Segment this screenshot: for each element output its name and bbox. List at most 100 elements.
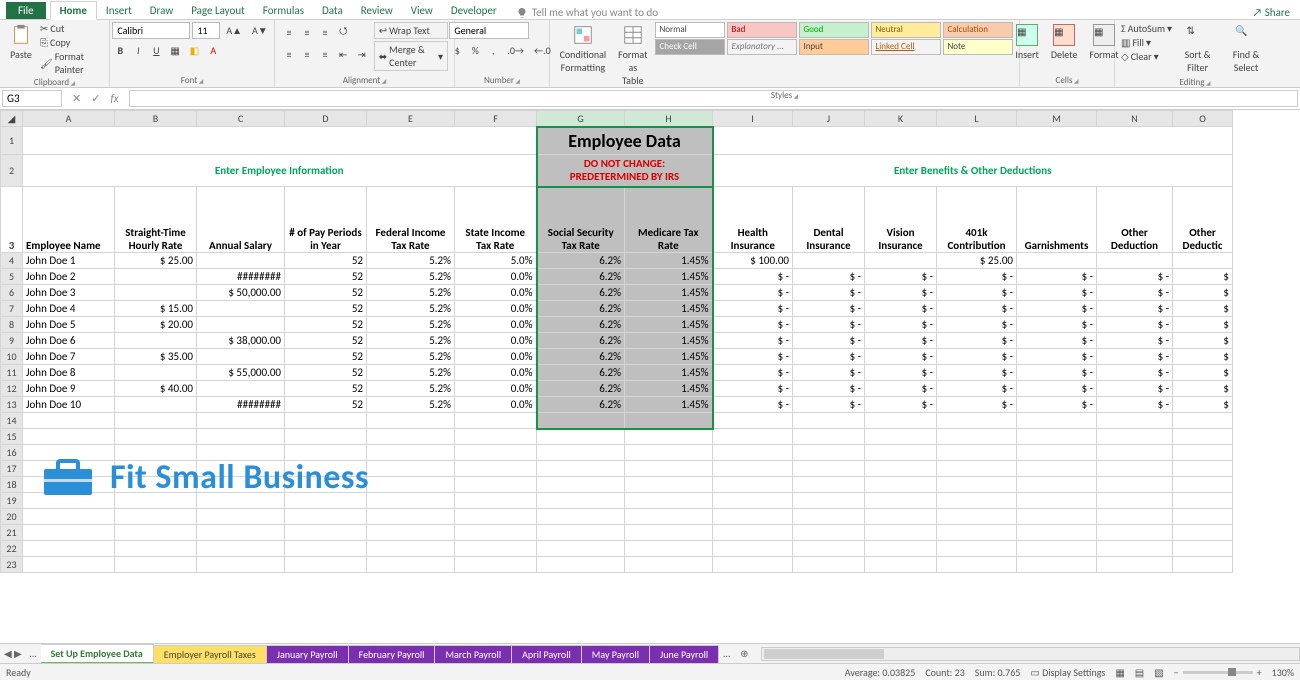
align-right-button[interactable]: ≡ xyxy=(317,46,333,63)
col-M[interactable]: M xyxy=(1017,111,1097,127)
font-name-select[interactable] xyxy=(112,22,190,39)
table-row[interactable]: 19 xyxy=(1,493,1233,509)
align-left-button[interactable]: ≡ xyxy=(281,46,297,63)
hdr-health[interactable]: Health Insurance xyxy=(713,187,793,253)
hdr-med[interactable]: Medicare Tax Rate xyxy=(625,187,713,253)
align-top-button[interactable]: ≡ xyxy=(281,24,297,41)
hdr-name[interactable]: Employee Name xyxy=(23,187,115,253)
col-N[interactable]: N xyxy=(1097,111,1173,127)
col-E[interactable]: E xyxy=(367,111,455,127)
table-row[interactable]: 14 xyxy=(1,413,1233,429)
col-I[interactable]: I xyxy=(713,111,793,127)
view-normal-button[interactable]: ▦ xyxy=(1115,666,1124,679)
share-button[interactable]: ↗ Share xyxy=(1253,6,1290,19)
sheet-tab-mar[interactable]: March Payroll xyxy=(435,645,512,663)
table-row[interactable]: 15 xyxy=(1,429,1233,445)
tab-insert[interactable]: Insert xyxy=(97,2,141,19)
select-all-button[interactable]: ◢ xyxy=(1,111,23,127)
sheet-more-left[interactable]: … xyxy=(26,647,41,660)
hdr-ss[interactable]: Social Security Tax Rate xyxy=(537,187,625,253)
cut-button[interactable]: ✂ Cut xyxy=(40,22,103,35)
tab-draw[interactable]: Draw xyxy=(141,2,182,19)
table-row[interactable]: 9John Doe 6$ 38,000.00525.2%0.0%6.2%1.45… xyxy=(1,333,1233,349)
sheet-tab-employer-taxes[interactable]: Employer Payroll Taxes xyxy=(154,645,267,663)
table-row[interactable]: 11John Doe 8$ 55,000.00525.2%0.0%6.2%1.4… xyxy=(1,365,1233,381)
tab-home[interactable]: Home xyxy=(50,1,97,20)
tab-review[interactable]: Review xyxy=(352,2,402,19)
table-row[interactable]: 7John Doe 4$ 15.00525.2%0.0%6.2%1.45%$ -… xyxy=(1,301,1233,317)
enter-fx-button[interactable]: ✓ xyxy=(87,90,104,107)
table-row[interactable]: 17 xyxy=(1,461,1233,477)
hdr-dental[interactable]: Dental Insurance xyxy=(793,187,865,253)
fill-color-button[interactable]: ◧ xyxy=(186,42,203,59)
table-row[interactable]: 21 xyxy=(1,525,1233,541)
sheet-tab-jun[interactable]: June Payroll xyxy=(650,645,719,663)
hdr-periods[interactable]: # of Pay Periods in Year xyxy=(285,187,367,253)
hdr-state[interactable]: State Income Tax Rate xyxy=(455,187,537,253)
col-D[interactable]: D xyxy=(285,111,367,127)
delete-cells-button[interactable]: ▦Delete xyxy=(1047,22,1082,63)
style-bad[interactable]: Bad xyxy=(727,22,797,38)
copy-button[interactable]: ⎘ Copy xyxy=(40,36,103,49)
italic-button[interactable]: I xyxy=(130,42,146,59)
comma-button[interactable]: , xyxy=(485,42,501,59)
increase-font-button[interactable]: A▲ xyxy=(222,22,246,39)
table-row[interactable]: 4John Doe 1$ 25.00525.2%5.0%6.2%1.45%$ 1… xyxy=(1,253,1233,269)
tab-view[interactable]: View xyxy=(402,2,442,19)
style-normal[interactable]: Normal xyxy=(655,22,725,38)
style-explanatory[interactable]: Explanatory ... xyxy=(727,39,797,55)
col-B[interactable]: B xyxy=(115,111,197,127)
hdr-salary[interactable]: Annual Salary xyxy=(197,187,285,253)
col-A[interactable]: A xyxy=(23,111,115,127)
view-layout-button[interactable]: ▤ xyxy=(1135,666,1144,679)
inc-indent-button[interactable]: ⇥ xyxy=(353,46,369,63)
hdr-garn[interactable]: Garnishments xyxy=(1017,187,1097,253)
sheet-tab-apr[interactable]: April Payroll xyxy=(512,645,582,663)
decrease-font-button[interactable]: A▼ xyxy=(248,22,272,39)
hdr-od1[interactable]: Other Deduction xyxy=(1097,187,1173,253)
name-box[interactable] xyxy=(2,90,62,107)
tab-file[interactable]: File xyxy=(6,2,46,19)
sheet-nav[interactable]: ◀ ▶ xyxy=(0,647,26,660)
col-H[interactable]: H xyxy=(625,111,713,127)
table-row[interactable]: 18 xyxy=(1,477,1233,493)
tell-me[interactable]: Tell me what you want to do xyxy=(516,6,658,19)
sort-filter-button[interactable]: ⇅Sort & Filter xyxy=(1176,22,1219,76)
row-1[interactable]: 1 Employee Data xyxy=(1,127,1233,155)
cell-styles-gallery[interactable]: Normal Bad Good Neutral Calculation Chec… xyxy=(655,22,1013,55)
format-painter-button[interactable]: 🖌 Format Painter xyxy=(40,50,103,76)
table-row[interactable]: 5John Doe 2########525.2%0.0%6.2%1.45%$ … xyxy=(1,269,1233,285)
table-row[interactable]: 10John Doe 7$ 35.00525.2%0.0%6.2%1.45%$ … xyxy=(1,349,1233,365)
wrap-text-button[interactable]: ↩ Wrap Text xyxy=(374,22,448,39)
style-input[interactable]: Input xyxy=(799,39,869,55)
autosum-button[interactable]: Σ AutoSum ▾ xyxy=(1121,22,1172,35)
paste-button[interactable]: Paste xyxy=(6,22,36,63)
column-header-row[interactable]: ◢ A B C D E F G H I J K L M N O xyxy=(1,111,1233,127)
zoom-level[interactable]: 130% xyxy=(1272,666,1294,679)
hdr-401k[interactable]: 401k Contribution xyxy=(937,187,1017,253)
insert-cells-button[interactable]: ▦Insert xyxy=(1011,22,1043,63)
align-bottom-button[interactable]: ≡ xyxy=(317,24,333,41)
tab-pagelayout[interactable]: Page Layout xyxy=(182,2,254,19)
zoom-control[interactable]: − + xyxy=(1174,666,1262,679)
font-color-button[interactable]: A xyxy=(205,42,221,59)
dec-indent-button[interactable]: ⇤ xyxy=(335,46,351,63)
style-neutral[interactable]: Neutral xyxy=(871,22,941,38)
font-size-select[interactable] xyxy=(192,22,220,39)
cancel-fx-button[interactable]: ✕ xyxy=(68,90,85,107)
hdr-fed[interactable]: Federal Income Tax Rate xyxy=(367,187,455,253)
hdr-rate[interactable]: Straight-Time Hourly Rate xyxy=(115,187,197,253)
table-row[interactable]: 16 xyxy=(1,445,1233,461)
col-J[interactable]: J xyxy=(793,111,865,127)
number-format-select[interactable] xyxy=(449,22,529,39)
horizontal-scrollbar[interactable] xyxy=(761,647,1300,661)
fill-button[interactable]: ▥ Fill ▾ xyxy=(1121,36,1172,49)
view-pagebreak-button[interactable]: ▧ xyxy=(1154,666,1163,679)
hdr-vision[interactable]: Vision Insurance xyxy=(865,187,937,253)
bold-button[interactable]: B xyxy=(112,42,128,59)
row-3[interactable]: 3 Employee Name Straight-Time Hourly Rat… xyxy=(1,187,1233,253)
inc-decimal-button[interactable]: .0→ xyxy=(503,42,528,59)
col-L[interactable]: L xyxy=(937,111,1017,127)
row-2[interactable]: 2 Enter Employee Information DO NOT CHAN… xyxy=(1,155,1233,187)
style-checkcell[interactable]: Check Cell xyxy=(655,39,725,55)
